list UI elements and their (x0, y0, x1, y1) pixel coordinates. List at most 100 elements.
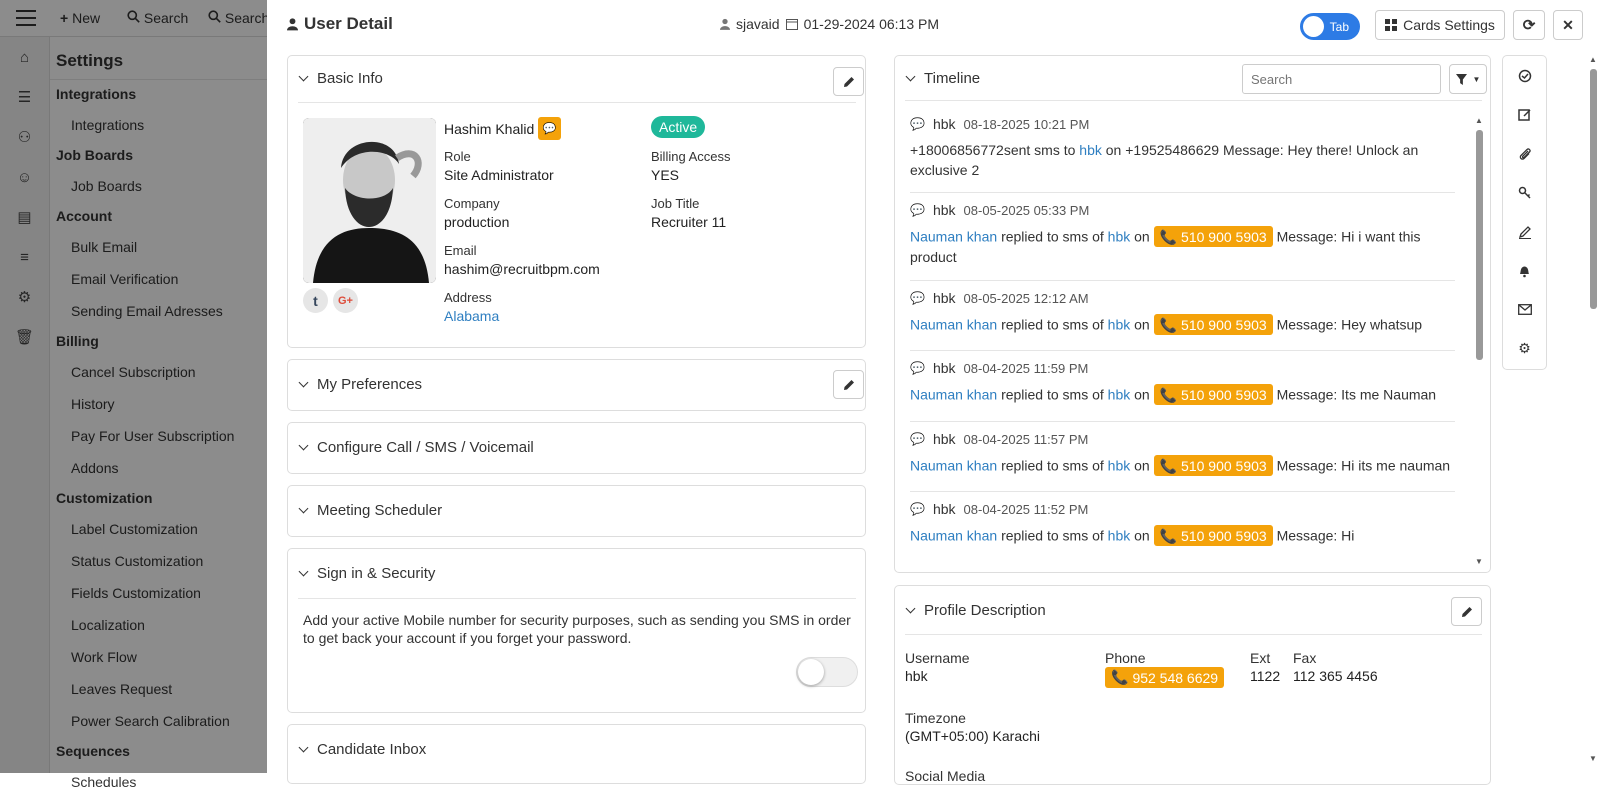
comment-icon: 💬 (910, 502, 925, 516)
timeline-header[interactable]: Timeline (905, 70, 980, 87)
timeline-user-link[interactable]: hbk (1079, 142, 1102, 158)
address-link[interactable]: Alabama (444, 308, 499, 324)
scroll-down-icon[interactable]: ▼ (1474, 557, 1484, 566)
timeline-scrollbar[interactable]: ▲ ▼ (1474, 116, 1484, 566)
created-date: 01-29-2024 06:13 PM (803, 16, 940, 32)
paperclip-icon[interactable] (1503, 134, 1546, 173)
timeline-filter-button[interactable]: ▼ (1449, 64, 1487, 94)
timeline-entry-date: 08-04-2025 11:59 PM (963, 360, 1089, 376)
close-icon: ✕ (1562, 16, 1574, 33)
phone-badge[interactable]: 📞 510 900 5903 (1153, 226, 1273, 247)
phone-icon: 📞 (1159, 386, 1178, 403)
toggle-knob (798, 659, 824, 685)
scroll-up-icon[interactable]: ▲ (1588, 55, 1598, 64)
role-label: Role (444, 149, 471, 164)
chevron-down-icon (905, 71, 916, 82)
edit-profile-button[interactable] (1451, 597, 1482, 626)
timeline-user-link[interactable]: hbk (1108, 528, 1131, 544)
phone-badge[interactable]: 📞 510 900 5903 (1153, 314, 1273, 335)
chevron-down-icon (298, 742, 309, 753)
timeline-actor-link[interactable]: Nauman khan (910, 458, 997, 474)
user-icon (720, 18, 730, 30)
phone-badge[interactable]: 📞 510 900 5903 (1153, 384, 1273, 405)
timeline-search-input[interactable] (1242, 64, 1441, 94)
divider (910, 280, 1455, 281)
timeline-actor-link[interactable]: Nauman khan (910, 528, 997, 544)
bell-icon[interactable] (1503, 251, 1546, 290)
job-title-label: Job Title (651, 196, 700, 211)
refresh-button[interactable]: ⟳ (1513, 10, 1545, 40)
pencil-icon (1461, 606, 1472, 617)
chat-icon[interactable]: 💬 (538, 117, 562, 140)
security-header[interactable]: Sign in & Security (298, 565, 435, 582)
timeline-card: Timeline ▼ 💬 hbk 08-18-2025 10:21 PM +18006… (894, 55, 1491, 573)
timeline-text: replied to sms of (1001, 386, 1104, 403)
timeline-entry-user: hbk (932, 360, 956, 376)
settings-gears-icon[interactable]: ⚙ (1503, 329, 1546, 368)
key-icon[interactable] (1503, 173, 1546, 212)
edit-preferences-button[interactable] (833, 370, 864, 399)
modal-header: User Detail sjavaid 01-29-2024 06:13 PM … (267, 0, 1600, 52)
timeline-user-link[interactable]: hbk (1108, 458, 1131, 474)
preferences-header[interactable]: My Preferences (298, 376, 422, 393)
phone-badge[interactable]: 📞 952 548 6629 (1105, 667, 1225, 688)
timeline-entry-user: hbk (932, 290, 956, 306)
scroll-thumb[interactable] (1476, 130, 1483, 360)
filter-icon (1455, 73, 1467, 85)
timeline-entry-date: 08-18-2025 10:21 PM (963, 116, 1090, 132)
meeting-scheduler-header[interactable]: Meeting Scheduler (298, 502, 442, 519)
timeline-entry-user: hbk (932, 116, 956, 132)
timeline-user-link[interactable]: hbk (1108, 387, 1131, 403)
tumblr-icon[interactable]: t (303, 288, 328, 313)
role-value: Site Administrator (444, 167, 554, 183)
security-toggle[interactable] (796, 657, 858, 687)
page-scrollbar[interactable]: ▲ ▼ (1588, 55, 1598, 773)
security-card: Sign in & Security Add your active Mobil… (287, 548, 866, 713)
timeline-actor-link[interactable]: Nauman khan (910, 317, 997, 333)
cards-settings-button[interactable]: Cards Settings (1375, 10, 1505, 40)
tasks-check-icon[interactable] (1503, 56, 1546, 95)
tab-toggle[interactable]: Tab (1300, 13, 1360, 40)
company-label: Company (444, 196, 500, 211)
modal-backdrop[interactable] (0, 0, 267, 773)
caret-down-icon: ▼ (1472, 74, 1481, 84)
close-button[interactable]: ✕ (1553, 10, 1583, 40)
ext-label: Ext (1250, 650, 1271, 666)
phone-badge[interactable]: 📞 510 900 5903 (1153, 525, 1273, 546)
call-sms-header[interactable]: Configure Call / SMS / Voicemail (298, 439, 534, 456)
scroll-thumb[interactable] (1590, 69, 1597, 309)
comment-icon: 💬 (910, 203, 925, 217)
calendar-icon (785, 19, 798, 30)
timeline-actor-link[interactable]: Nauman khan (910, 229, 997, 245)
timeline-user-link[interactable]: hbk (1108, 229, 1131, 245)
timeline-entry-message: Nauman khan replied to sms of hbk on 📞 51… (910, 525, 1455, 546)
basic-info-header[interactable]: Basic Info (298, 70, 383, 87)
edit-note-icon[interactable] (1503, 95, 1546, 134)
signature-pen-icon[interactable] (1503, 212, 1546, 251)
chevron-down-icon (298, 71, 309, 82)
google-plus-icon[interactable]: G+ (333, 288, 358, 313)
modal-meta: sjavaid 01-29-2024 06:13 PM (720, 16, 939, 32)
comment-icon: 💬 (910, 432, 925, 446)
chevron-down-icon (298, 503, 309, 514)
timezone-value: (GMT+05:00) Karachi (905, 728, 1040, 744)
profile-description-header[interactable]: Profile Description (905, 602, 1046, 619)
timeline-entry-meta: 💬 hbk 08-05-2025 12:12 AM (910, 290, 1455, 306)
timeline-entry-date: 08-04-2025 11:57 PM (963, 431, 1089, 447)
timeline-entry-meta: 💬 hbk 08-04-2025 11:59 PM (910, 360, 1455, 376)
timeline-text: replied to sms of (1001, 228, 1104, 245)
divider (905, 634, 1482, 635)
phone-badge[interactable]: 📞 510 900 5903 (1153, 455, 1273, 476)
scroll-up-icon[interactable]: ▲ (1474, 116, 1484, 125)
timeline-entry-date: 08-04-2025 11:52 PM (963, 501, 1089, 517)
timeline-actor-link[interactable]: Nauman khan (910, 387, 997, 403)
billing-value: YES (651, 167, 680, 183)
candidate-inbox-header[interactable]: Candidate Inbox (298, 741, 426, 758)
timeline-user-link[interactable]: hbk (1108, 317, 1131, 333)
timeline-entry: 💬 hbk 08-04-2025 11:52 PM Nauman khan repli… (910, 501, 1455, 546)
phone-icon: 📞 (1111, 669, 1129, 685)
envelope-icon[interactable] (1503, 290, 1546, 329)
scroll-down-icon[interactable]: ▼ (1588, 754, 1598, 763)
divider (910, 421, 1455, 422)
edit-basic-info-button[interactable] (833, 67, 864, 96)
